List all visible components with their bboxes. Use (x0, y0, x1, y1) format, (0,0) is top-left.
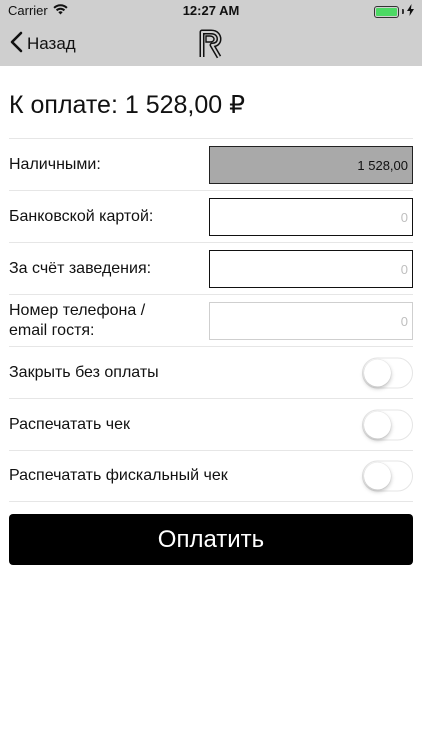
charging-bolt-icon (407, 4, 414, 19)
back-label: Назад (27, 34, 76, 53)
house-account-input[interactable] (209, 250, 413, 288)
navigation-bar: Назад (0, 22, 422, 66)
guest-contact-input[interactable] (209, 302, 413, 340)
restaurant-r-logo-icon (197, 29, 223, 59)
card-label: Банковской картой: (9, 207, 154, 225)
print-receipt-label: Распечатать чек (9, 415, 130, 433)
battery-cap (402, 9, 404, 14)
status-time: 12:27 AM (182, 3, 240, 18)
house-account-label: За счёт заведения: (9, 259, 152, 277)
house-account-row: За счёт заведения: (9, 242, 413, 294)
status-right (374, 4, 414, 19)
battery-icon (374, 5, 399, 18)
close-without-payment-label: Закрыть без оплаты (9, 363, 159, 381)
back-button[interactable]: Назад (10, 30, 76, 58)
print-receipt-row: Распечатать чек (9, 398, 413, 450)
toggle-knob (364, 462, 391, 490)
status-bar: Carrier 12:27 AM (0, 0, 422, 22)
chevron-left-icon (10, 31, 23, 58)
cash-row: Наличными: (9, 138, 413, 190)
card-row: Банковской картой: (9, 190, 413, 242)
card-input[interactable] (209, 198, 413, 236)
toggle-knob (364, 359, 391, 386)
payment-form: Наличными: Банковской картой: За счёт за… (9, 138, 413, 502)
close-without-payment-toggle[interactable] (362, 357, 413, 388)
print-fiscal-receipt-row: Распечатать фискальный чек (9, 450, 413, 502)
guest-contact-label: Номер телефона / email гостя: (9, 301, 146, 339)
print-fiscal-receipt-label: Распечатать фискальный чек (9, 467, 228, 484)
toggle-knob (364, 411, 391, 438)
close-without-payment-row: Закрыть без оплаты (9, 346, 413, 398)
cash-label: Наличными: (9, 155, 101, 173)
cash-input[interactable] (209, 146, 413, 184)
print-fiscal-receipt-toggle[interactable] (362, 460, 413, 492)
amount-due-title: К оплате: 1 528,00 ₽ (9, 91, 246, 119)
pay-button[interactable]: Оплатить (9, 514, 413, 565)
print-receipt-toggle[interactable] (362, 409, 413, 440)
guest-contact-row: Номер телефона / email гостя: (9, 294, 413, 346)
